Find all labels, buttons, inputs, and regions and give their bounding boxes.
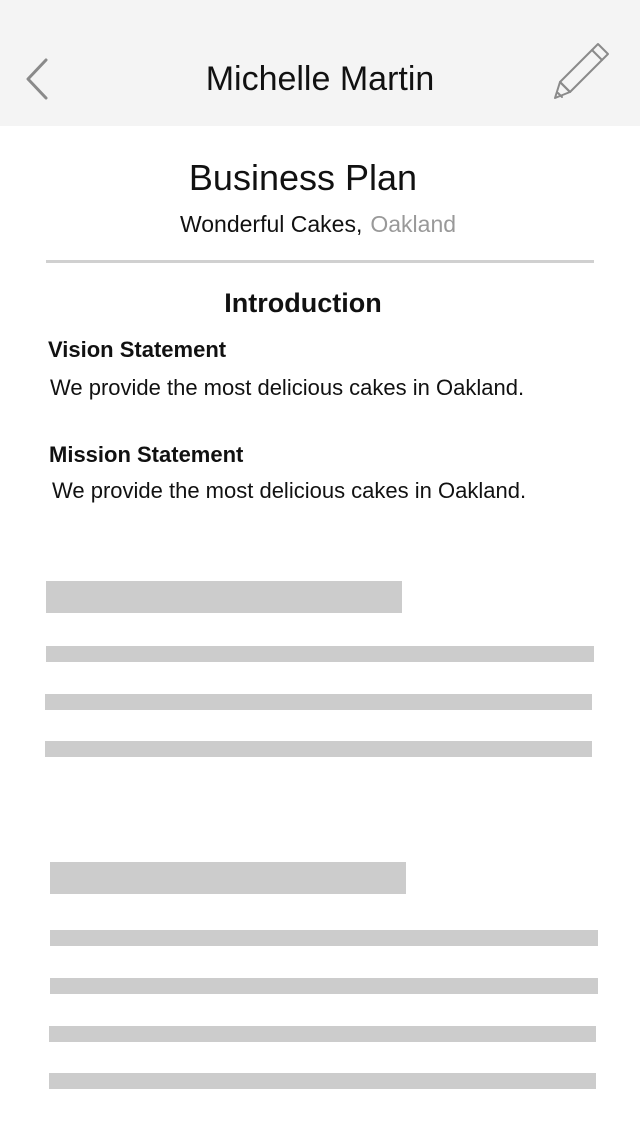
placeholder-heading-bar: [50, 862, 406, 894]
vision-statement-heading: Vision Statement: [48, 337, 227, 362]
mission-statement-text: We provide the most delicious cakes in O…: [52, 478, 527, 503]
divider: [46, 260, 594, 263]
placeholder-text-bar: [49, 1073, 596, 1089]
placeholder-text-bar: [50, 978, 598, 994]
document-subtitle: Wonderful Cakes, Oakland: [0, 209, 636, 239]
pencil-icon: [554, 43, 609, 99]
company-city: Oakland: [370, 211, 457, 237]
screen: Michelle Martin Business Plan Wonderful …: [0, 0, 640, 1136]
placeholder-text-bar: [50, 930, 598, 946]
navigation-bar: Michelle Martin: [0, 0, 640, 126]
edit-button[interactable]: [548, 40, 614, 104]
placeholder-text-bar: [45, 694, 592, 710]
mission-statement-heading: Mission Statement: [49, 442, 244, 467]
placeholder-text-bar: [46, 646, 594, 662]
document-title: Business Plan: [188, 157, 418, 198]
vision-statement-text: We provide the most delicious cakes in O…: [50, 375, 525, 400]
placeholder-heading-bar: [46, 581, 402, 613]
nav-title: Michelle Martin: [205, 60, 435, 98]
section-heading-introduction: Introduction: [224, 288, 382, 318]
company-name: Wonderful Cakes,: [179, 211, 363, 237]
placeholder-text-bar: [45, 741, 592, 757]
placeholder-text-bar: [49, 1026, 596, 1042]
